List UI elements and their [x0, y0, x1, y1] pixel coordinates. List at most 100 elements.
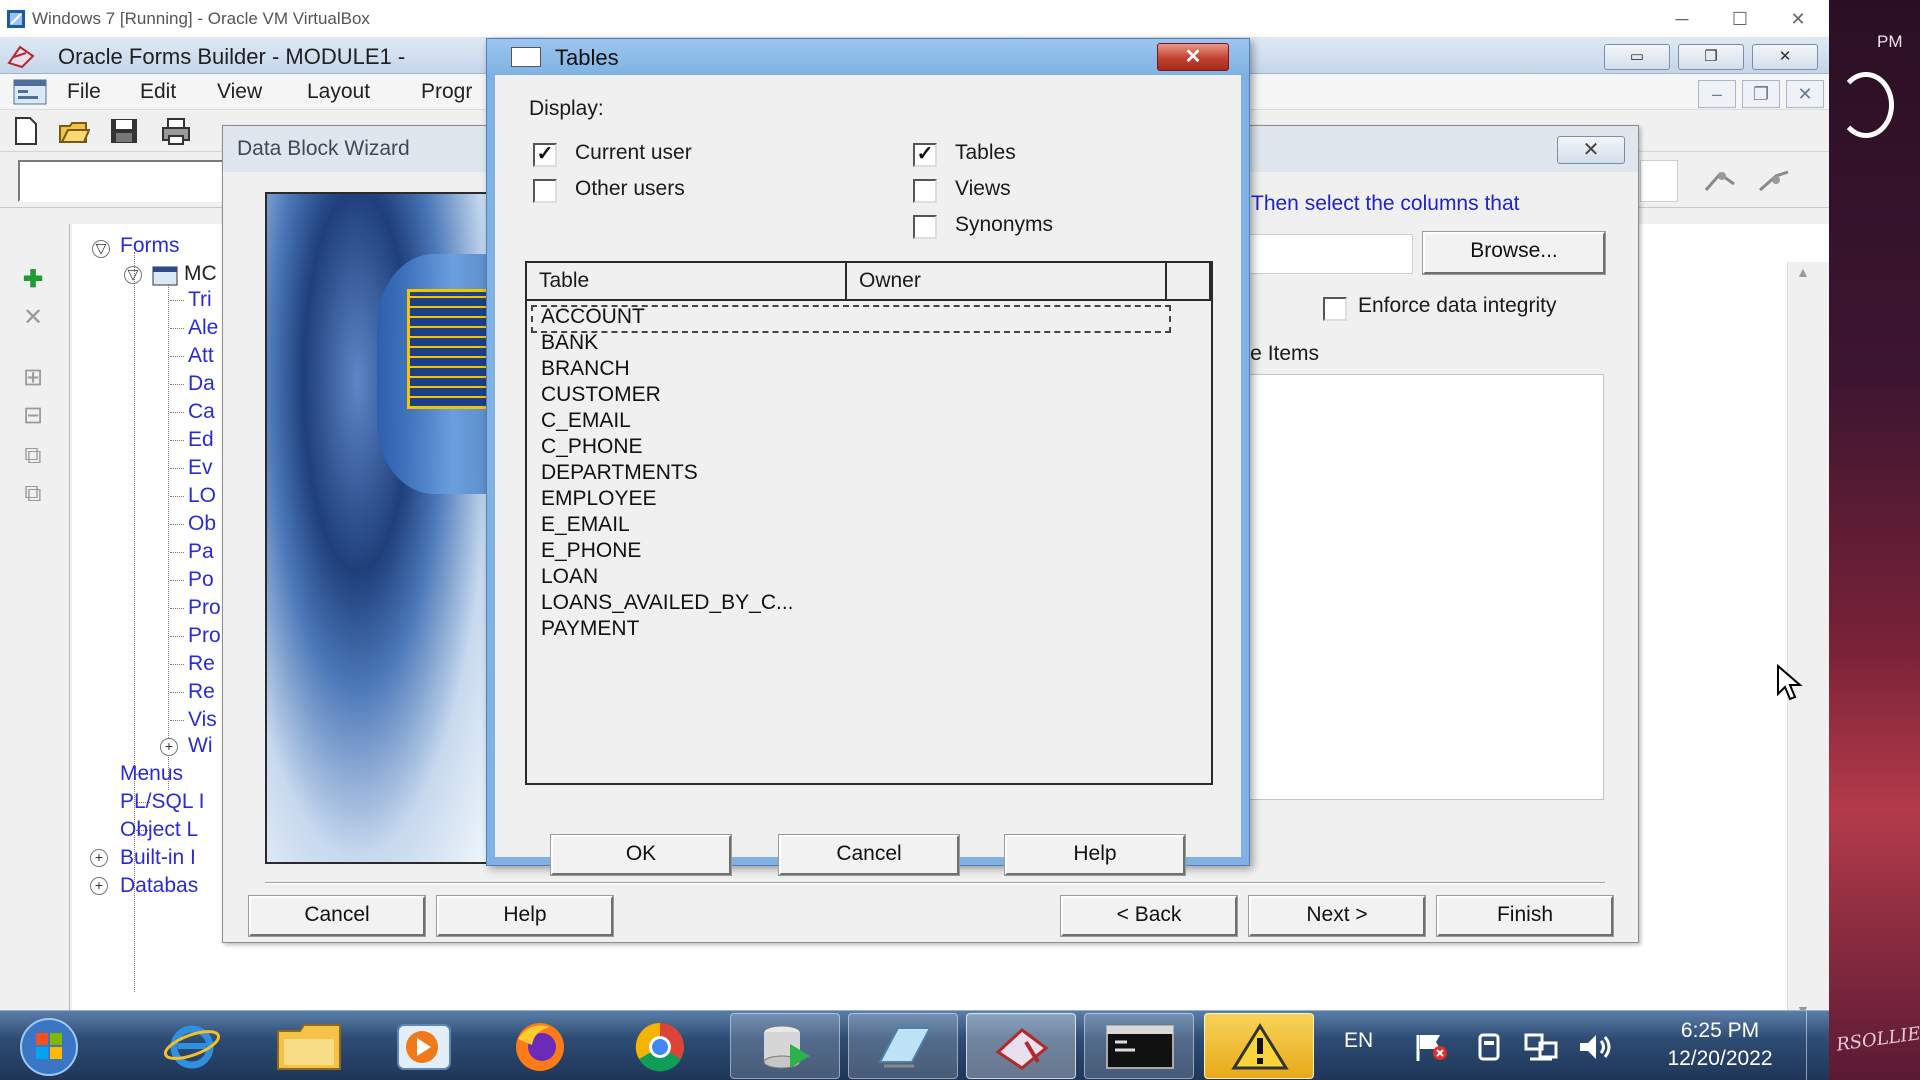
- table-row-c-email[interactable]: C_EMAIL: [541, 409, 631, 433]
- menu-view[interactable]: View: [217, 80, 262, 104]
- collapse-all-icon[interactable]: ⧉: [18, 480, 48, 508]
- table-row-bank[interactable]: BANK: [541, 331, 598, 355]
- tables-list[interactable]: Table Owner ACCOUNT BANK BRANCH CUSTOMER…: [525, 261, 1213, 785]
- database-items-list[interactable]: [1228, 374, 1604, 800]
- browse-button[interactable]: Browse...: [1422, 231, 1606, 275]
- synonyms-checkbox[interactable]: [913, 215, 937, 239]
- debug-form-icon[interactable]: [1754, 166, 1794, 196]
- mdi-minimize-button[interactable]: –: [1698, 80, 1736, 108]
- mdi-restore-button[interactable]: ❐: [1742, 80, 1780, 108]
- nav-menus[interactable]: Menus: [120, 762, 183, 786]
- nav-canvases[interactable]: Ca: [188, 400, 215, 424]
- scroll-up-icon[interactable]: ▲: [1796, 264, 1810, 280]
- nav-popup-menus[interactable]: Po: [188, 568, 214, 592]
- nav-forms[interactable]: Forms: [120, 234, 180, 258]
- new-file-icon[interactable]: [10, 116, 42, 146]
- nav-property-classes[interactable]: Pro: [188, 624, 221, 648]
- nav-object-groups[interactable]: Ob: [188, 512, 216, 536]
- tables-close-button[interactable]: ✕: [1157, 43, 1229, 71]
- table-row-loans-availed[interactable]: LOANS_AVAILED_BY_C...: [541, 591, 794, 615]
- windows-expand-icon[interactable]: +: [160, 738, 178, 756]
- other-users-checkbox[interactable]: [533, 179, 557, 203]
- nav-attached-libraries[interactable]: Att: [188, 344, 214, 368]
- create-icon[interactable]: ✚: [18, 266, 48, 294]
- mdi-close-button[interactable]: ✕: [1786, 80, 1824, 108]
- nav-reports[interactable]: Re: [188, 680, 215, 704]
- table-row-payment[interactable]: PAYMENT: [541, 617, 639, 641]
- table-row-employee[interactable]: EMPLOYEE: [541, 487, 657, 511]
- nav-lovs[interactable]: LO: [188, 484, 216, 508]
- vbox-maximize-button[interactable]: ☐: [1716, 4, 1764, 34]
- taskbar-notepad-app[interactable]: [848, 1013, 958, 1079]
- nav-events[interactable]: Ev: [188, 456, 213, 480]
- module-collapse-icon[interactable]: ▽: [124, 266, 142, 284]
- forms-close-button[interactable]: ✕: [1752, 44, 1818, 70]
- taskbar-cmd-app[interactable]: [1084, 1013, 1194, 1079]
- mdi-document-icon[interactable]: [12, 78, 48, 106]
- volume-icon[interactable]: [1576, 1031, 1614, 1063]
- tables-help-button[interactable]: Help: [1004, 834, 1186, 876]
- run-form-icon[interactable]: [1700, 166, 1740, 196]
- table-row-loan[interactable]: LOAN: [541, 565, 598, 589]
- nav-triggers[interactable]: Tri: [188, 288, 212, 312]
- nav-editors[interactable]: Ed: [188, 428, 214, 452]
- network-icon[interactable]: [1522, 1031, 1560, 1063]
- menu-file[interactable]: File: [67, 80, 101, 104]
- nav-database-objects[interactable]: Databas: [120, 874, 198, 898]
- enforce-data-integrity-checkbox[interactable]: [1323, 297, 1347, 321]
- nav-plsql-libraries[interactable]: PL/SQL I: [120, 790, 204, 814]
- menu-edit[interactable]: Edit: [140, 80, 176, 104]
- table-row-departments[interactable]: DEPARTMENTS: [541, 461, 698, 485]
- print-icon[interactable]: [160, 116, 192, 146]
- table-or-view-field[interactable]: [1223, 234, 1413, 274]
- expand-all-icon[interactable]: ⧉: [18, 442, 48, 470]
- navigator-vertical-scrollbar[interactable]: ▲ ▼: [1787, 262, 1829, 1026]
- tables-ok-button[interactable]: OK: [550, 834, 732, 876]
- wizard-cancel-button[interactable]: Cancel: [248, 895, 426, 937]
- taskbar-warning-app[interactable]: [1204, 1013, 1314, 1079]
- wizard-help-button[interactable]: Help: [436, 895, 614, 937]
- wizard-next-button[interactable]: Next >: [1248, 895, 1426, 937]
- nav-record-groups[interactable]: Re: [188, 652, 215, 676]
- media-player-icon[interactable]: [394, 1021, 454, 1073]
- table-row-branch[interactable]: BRANCH: [541, 357, 630, 381]
- wizard-finish-button[interactable]: Finish: [1436, 895, 1614, 937]
- table-row-account[interactable]: ACCOUNT: [541, 305, 645, 329]
- show-desktop-button[interactable]: [1806, 1011, 1829, 1080]
- save-icon[interactable]: [108, 116, 140, 146]
- nav-object-libraries[interactable]: Object L: [120, 818, 198, 842]
- action-center-flag-icon[interactable]: [1412, 1031, 1450, 1063]
- nav-module[interactable]: MC: [184, 262, 217, 286]
- vbox-close-button[interactable]: ✕: [1774, 4, 1822, 34]
- property-field[interactable]: [18, 160, 228, 202]
- views-checkbox[interactable]: [913, 179, 937, 203]
- forms-restore-button[interactable]: ❐: [1678, 44, 1744, 70]
- table-row-e-email[interactable]: E_EMAIL: [541, 513, 630, 537]
- column-header-table[interactable]: Table: [527, 263, 847, 301]
- tables-cancel-button[interactable]: Cancel: [778, 834, 960, 876]
- firefox-icon[interactable]: [510, 1019, 570, 1075]
- file-explorer-icon[interactable]: [274, 1021, 344, 1073]
- clock-date[interactable]: 12/20/2022: [1640, 1047, 1800, 1071]
- database-expand-icon[interactable]: +: [90, 877, 108, 895]
- open-folder-icon[interactable]: [58, 116, 90, 146]
- menu-layout[interactable]: Layout: [307, 80, 370, 104]
- removable-device-icon[interactable]: [1474, 1031, 1504, 1063]
- taskbar-forms-builder-app[interactable]: [966, 1013, 1076, 1079]
- collapse-icon[interactable]: ⊟: [18, 402, 48, 430]
- table-row-customer[interactable]: CUSTOMER: [541, 383, 661, 407]
- wizard-back-button[interactable]: < Back: [1060, 895, 1238, 937]
- nav-builtin-packages[interactable]: Built-in I: [120, 846, 196, 870]
- chrome-icon[interactable]: [630, 1019, 690, 1075]
- nav-program-units[interactable]: Pro: [188, 596, 221, 620]
- table-row-c-phone[interactable]: C_PHONE: [541, 435, 643, 459]
- clock-time[interactable]: 6:25 PM: [1660, 1019, 1780, 1043]
- nav-parameters[interactable]: Pa: [188, 540, 214, 564]
- table-row-e-phone[interactable]: E_PHONE: [541, 539, 641, 563]
- forms-minimize-button[interactable]: ▭: [1604, 44, 1670, 70]
- delete-icon[interactable]: ✕: [18, 304, 48, 332]
- internet-explorer-icon[interactable]: [162, 1017, 222, 1075]
- wizard-close-button[interactable]: ✕: [1557, 136, 1625, 164]
- property-field-right[interactable]: [1640, 160, 1678, 202]
- menu-program[interactable]: Progr: [421, 80, 472, 104]
